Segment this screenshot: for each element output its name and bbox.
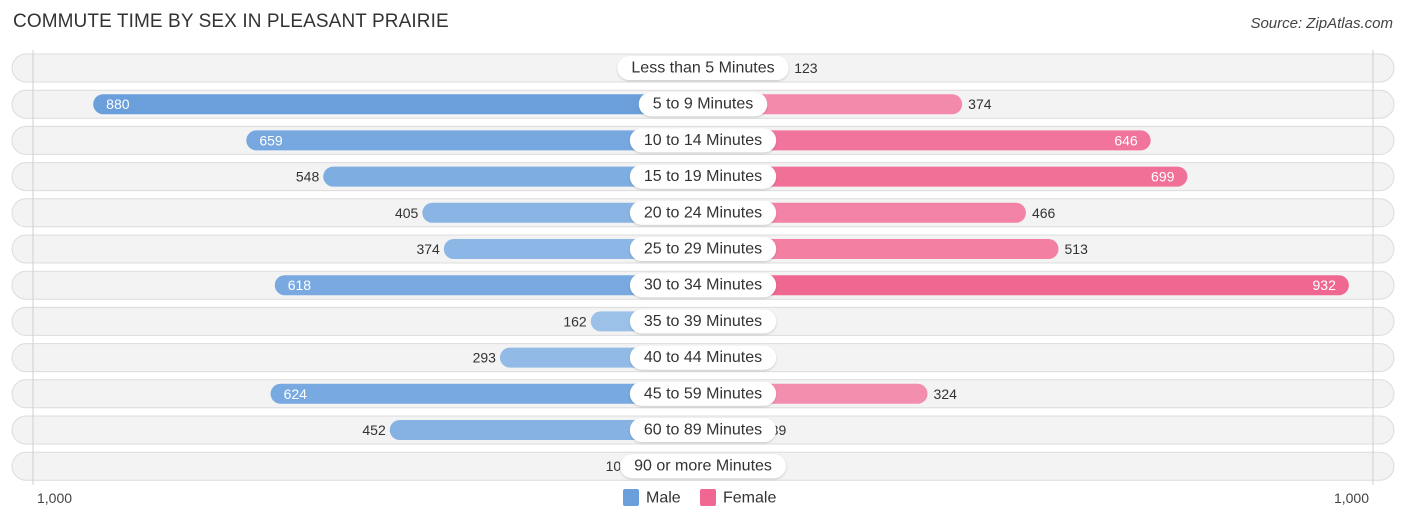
bar-female [693,275,1349,296]
value-label-male: 624 [284,386,308,402]
axis-label-right: 1,000 [1334,490,1369,506]
value-label-female: 123 [794,60,818,76]
category-label: 25 to 29 Minutes [644,241,762,258]
value-label-male: 618 [288,277,312,293]
category-label: 35 to 39 Minutes [644,313,762,330]
legend-swatch-male [623,489,639,506]
category-label: 5 to 9 Minutes [653,96,754,113]
value-label-female: 513 [1065,241,1089,257]
value-label-male: 548 [296,169,320,185]
category-label: 60 to 89 Minutes [644,422,762,439]
legend: Male Female [623,489,776,507]
category-label: 45 to 59 Minutes [644,385,762,402]
value-label-female: 374 [968,96,992,112]
value-label-female: 466 [1032,205,1056,221]
value-label-female: 324 [934,386,958,402]
legend-label-male: Male [646,490,681,507]
category-label: 30 to 34 Minutes [644,277,762,294]
legend-label-female: Female [723,490,776,507]
value-label-male: 452 [362,422,386,438]
bar-male [93,94,713,115]
value-label-male: 880 [106,96,130,112]
category-label: 10 to 14 Minutes [644,132,762,149]
value-label-female: 646 [1114,132,1138,148]
legend-swatch-female [700,489,716,506]
value-label-male: 162 [563,313,587,329]
axis-label-left: 1,000 [37,490,72,506]
value-label-female: 699 [1151,169,1175,185]
value-label-male: 405 [395,205,419,221]
chart-svg: 54123Less than 5 Minutes8803745 to 9 Min… [11,50,1395,507]
category-label: 20 to 24 Minutes [644,204,762,221]
category-label: 90 or more Minutes [634,458,772,475]
value-label-male: 659 [259,132,283,148]
category-label: 15 to 19 Minutes [644,168,762,185]
category-label: 40 to 44 Minutes [644,349,762,366]
value-label-female: 932 [1313,277,1337,293]
value-label-male: 374 [416,241,440,257]
value-label-male: 293 [473,350,497,366]
category-label: Less than 5 Minutes [631,60,774,77]
